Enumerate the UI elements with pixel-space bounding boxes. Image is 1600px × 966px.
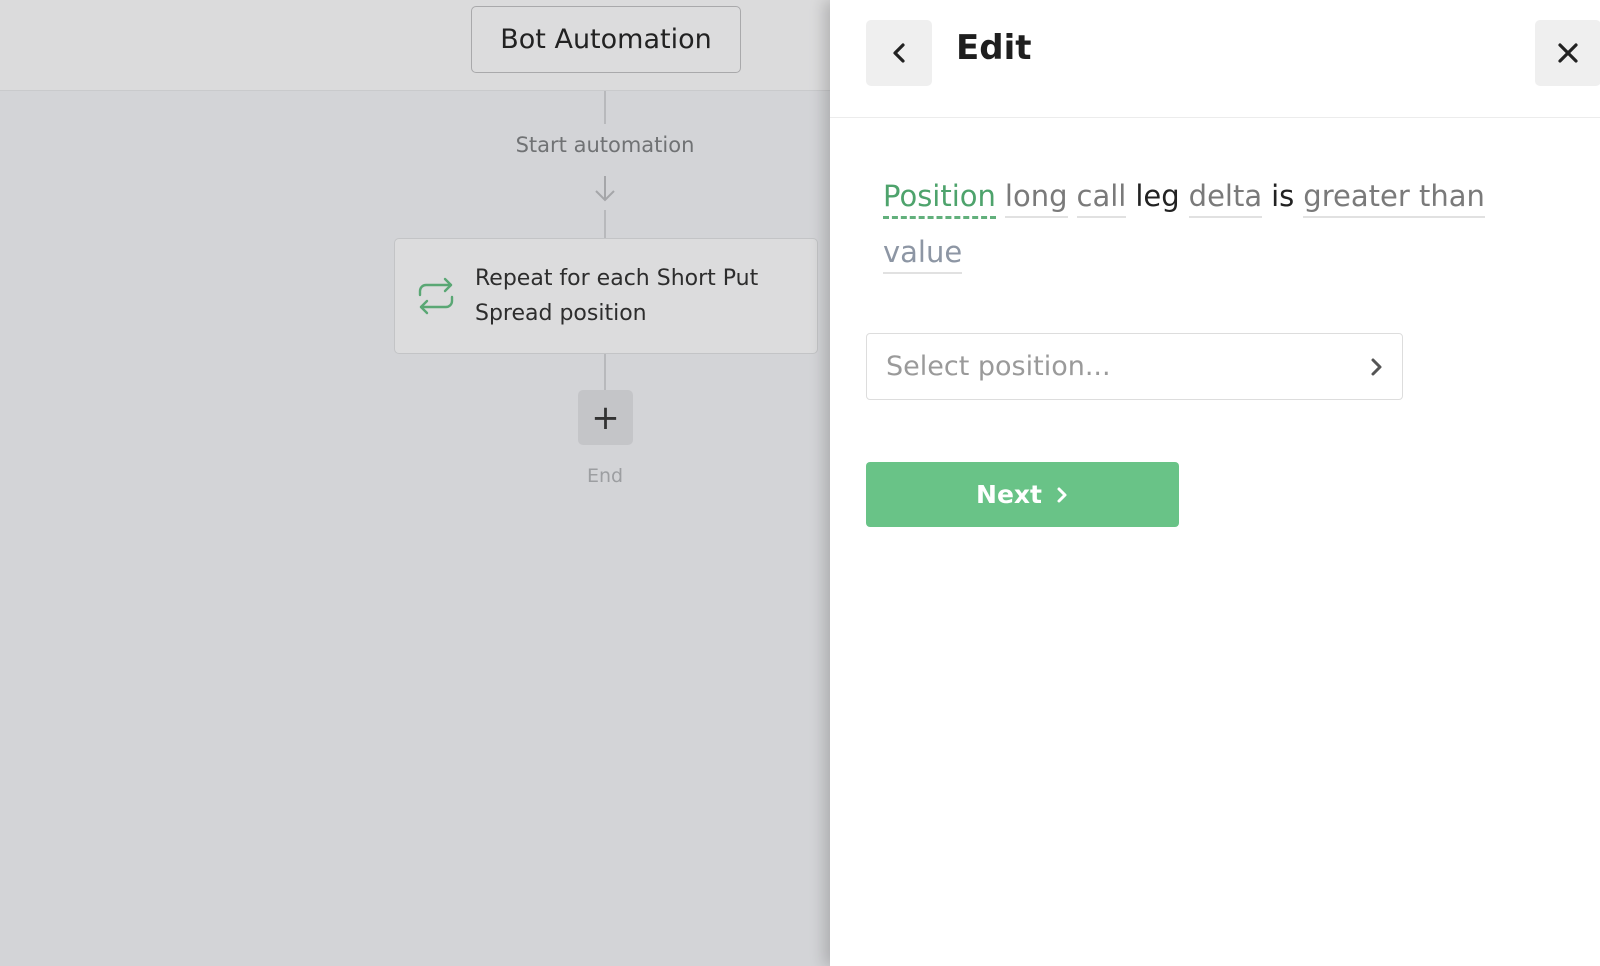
token-value[interactable]: value xyxy=(883,232,963,274)
canvas-header: Bot Automation xyxy=(0,0,830,91)
panel-title: Edit xyxy=(956,28,1032,68)
close-button[interactable] xyxy=(1535,20,1600,86)
chevron-right-icon xyxy=(1371,358,1382,375)
next-button-label: Next xyxy=(976,480,1042,509)
add-step-button[interactable]: + xyxy=(578,390,633,445)
position-select-placeholder: Select position... xyxy=(886,351,1111,382)
repeat-icon xyxy=(418,277,454,315)
arrow-down-icon xyxy=(595,176,615,202)
flow-connector xyxy=(604,91,606,124)
panel-header: Edit xyxy=(830,0,1600,118)
start-automation-label: Start automation xyxy=(515,133,695,157)
chevron-right-icon xyxy=(1057,487,1067,502)
chevron-left-icon xyxy=(893,43,905,63)
token-delta[interactable]: delta xyxy=(1188,176,1263,218)
close-icon xyxy=(1558,43,1578,63)
end-label: End xyxy=(586,465,624,487)
token-leg: leg xyxy=(1135,179,1180,213)
token-call[interactable]: call xyxy=(1076,176,1127,218)
bot-automation-title[interactable]: Bot Automation xyxy=(471,6,741,73)
condition-sentence: Position long call leg delta is greater than va… xyxy=(883,168,1563,280)
repeat-step-card[interactable]: Repeat for each Short Put Spread positio… xyxy=(394,238,818,354)
repeat-step-label: Repeat for each Short Put Spread positio… xyxy=(475,266,759,326)
token-long[interactable]: long xyxy=(1004,176,1068,218)
position-select[interactable]: Select position... xyxy=(866,333,1403,400)
token-is: is xyxy=(1271,179,1295,213)
automation-canvas: Bot Automation Start automation Repeat f… xyxy=(0,0,830,966)
flow-connector xyxy=(604,210,606,238)
flow-connector xyxy=(604,354,606,390)
next-button[interactable]: Next xyxy=(866,462,1179,527)
token-position[interactable]: Position xyxy=(883,176,996,219)
back-button[interactable] xyxy=(866,20,932,86)
edit-panel: Edit Position long call leg delta is greater t… xyxy=(830,0,1600,966)
token-greater-than[interactable]: greater than xyxy=(1303,176,1485,218)
